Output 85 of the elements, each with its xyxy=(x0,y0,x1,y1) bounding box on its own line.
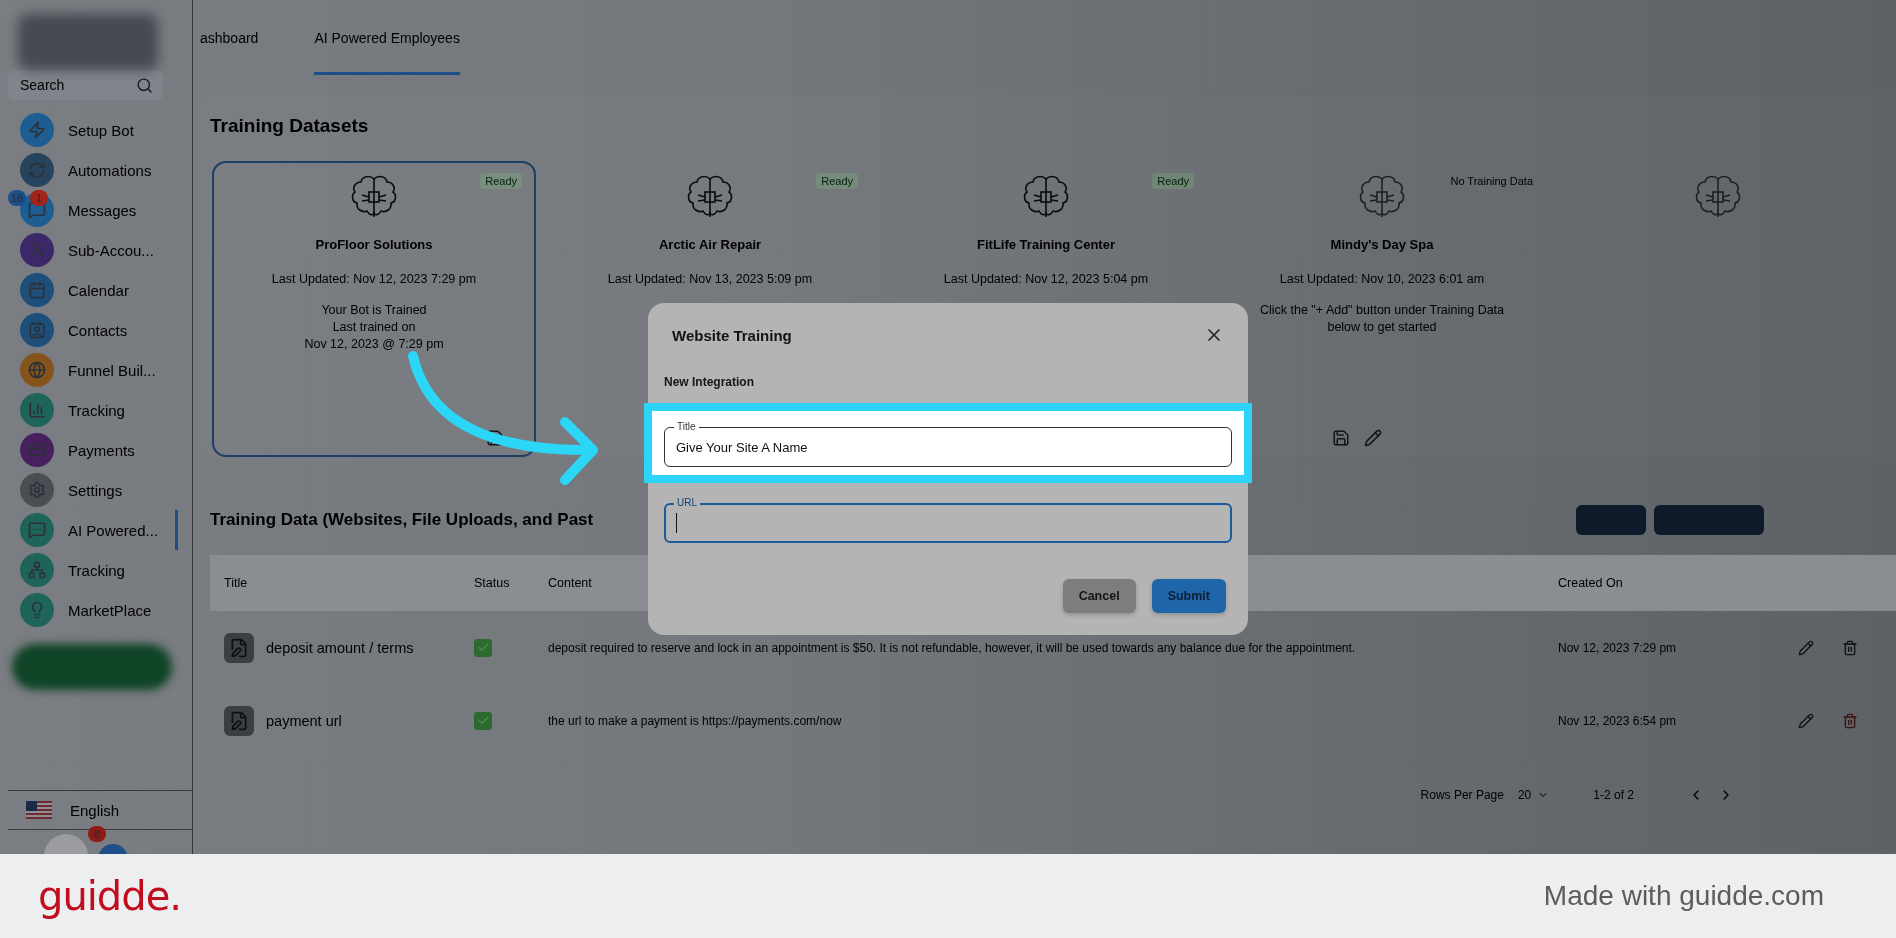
notification-badge: 8 xyxy=(88,826,106,842)
column-header: Status xyxy=(460,555,534,611)
table-cell: deposit amount / terms xyxy=(266,639,414,656)
status-text: No Training Data xyxy=(1449,174,1534,189)
trash-icon[interactable] xyxy=(1842,639,1858,656)
sidebar-label: Calendar xyxy=(68,281,129,299)
card-title: ProFloor Solutions xyxy=(315,237,433,252)
footer-text: Made with guidde.com xyxy=(1543,880,1824,912)
sidebar-label: Contacts xyxy=(68,321,128,339)
sidebar-item[interactable]: Contacts xyxy=(8,310,178,350)
sidebar-item[interactable]: AI Powered... xyxy=(8,510,178,550)
last-updated: Last Updated: Nov 10, 2023 6:01 am xyxy=(1279,272,1485,286)
tab[interactable]: AI Powered Employees xyxy=(314,0,460,75)
card-text: Last trained on xyxy=(331,319,417,336)
sidebar-label: Payments xyxy=(68,441,135,459)
dialog-title: Website Training xyxy=(672,326,792,344)
field-label: URL xyxy=(674,497,700,509)
sidebar-label: Setup Bot xyxy=(68,121,134,139)
card-text: Nov 12, 2023 @ 7:29 pm xyxy=(303,336,445,353)
field-label: Title xyxy=(674,421,699,433)
pencil-icon[interactable] xyxy=(1364,429,1382,447)
table-cell: Nov 12, 2023 7:29 pm xyxy=(1558,640,1677,655)
sidebar-label: AI Powered... xyxy=(68,521,159,539)
sidebar-label: Messages xyxy=(68,201,137,219)
language-selector[interactable]: English xyxy=(8,790,192,830)
card-title: Arctic Air Repair xyxy=(658,237,762,252)
sidebar-item[interactable]: Automations xyxy=(8,150,178,190)
table-cell: payment url xyxy=(266,712,342,729)
flag-icon xyxy=(26,801,52,819)
save-icon[interactable] xyxy=(486,429,504,447)
card-title: FitLife Training Center xyxy=(977,237,1115,252)
table-cell: deposit required to reserve and lock in an appointment is $50. It is not refundable, however, it will be used towards any balance due for the appointment. xyxy=(548,640,1356,655)
rows-per-page-label: Rows Per Page xyxy=(1420,788,1504,802)
sidebar-label: Tracking xyxy=(68,561,125,579)
dataset-card[interactable]: Ready FitLife Training Center Last Updated: Nov 12, 2023 5:04 pm xyxy=(884,161,1208,292)
count-badge: 1 xyxy=(30,190,48,206)
search-icon xyxy=(136,76,153,94)
sidebar-item[interactable]: Setup Bot xyxy=(8,110,178,150)
status-badge: Ready xyxy=(816,173,858,189)
cancel-button[interactable]: Cancel xyxy=(1062,579,1136,613)
section-title: Training Data (Websites, File Uploads, and Past xyxy=(210,510,594,530)
submit-button[interactable]: Submit xyxy=(1151,579,1226,613)
status-badge: Ready xyxy=(480,173,522,189)
tab[interactable]: ashboard xyxy=(200,0,259,75)
dataset-card[interactable]: Ready Arctic Air Repair Last Updated: Nov 13, 2023 5:09 pm xyxy=(548,161,872,292)
section-label: New Integration xyxy=(664,375,755,389)
count-badge: 16 xyxy=(8,190,27,206)
dataset-card[interactable]: Ready ProFloor Solutions Last Updated: Nov 12, 2023 7:29 pm Your Bot is Trained Last trained on Nov 12, 2023 @ 7:29 pm xyxy=(212,161,536,457)
sidebar-item[interactable]: Calendar xyxy=(8,270,178,310)
logo: guidde. xyxy=(38,873,181,919)
search-field[interactable]: Search xyxy=(8,70,163,100)
last-updated: Last Updated: Nov 13, 2023 5:09 pm xyxy=(607,272,813,286)
last-updated: Last Updated: Nov 12, 2023 5:04 pm xyxy=(943,272,1149,286)
section-title: Training Datasets xyxy=(210,115,370,137)
sidebar-label: Settings xyxy=(68,481,123,499)
card-text: Click the "+ Add" button under Training Data below to get started xyxy=(1258,302,1506,336)
card-title: Mindy's Day Spa xyxy=(1330,237,1434,252)
sidebar-item[interactable]: Funnel Buil... xyxy=(8,350,178,390)
column-header: Created On xyxy=(1544,555,1784,611)
sidebar-item[interactable]: Tracking xyxy=(8,550,178,590)
trash-icon[interactable] xyxy=(1842,712,1858,729)
text-cursor xyxy=(676,513,677,533)
sidebar-label: Funnel Buil... xyxy=(68,361,156,379)
page-range: 1-2 of 2 xyxy=(1593,788,1634,802)
document-edit-icon xyxy=(224,705,254,736)
rows-per-page-select[interactable]: 20 xyxy=(1517,788,1550,802)
sidebar-item[interactable]: Messages 16 1 xyxy=(8,190,178,230)
table-cell: the url to make a payment is https://payments.com/now xyxy=(548,713,842,728)
pencil-icon[interactable] xyxy=(1798,712,1814,729)
sidebar-item[interactable]: Sub-Accou... xyxy=(8,230,178,270)
sidebar-label: Tracking xyxy=(68,401,125,419)
pencil-icon[interactable] xyxy=(1798,639,1814,656)
sidebar-item[interactable]: Payments xyxy=(8,430,178,470)
column-header: Title xyxy=(210,555,460,611)
card-text: Your Bot is Trained xyxy=(320,302,428,319)
sidebar-item[interactable]: Settings xyxy=(8,470,178,510)
sidebar-item[interactable]: MarketPlace xyxy=(8,590,178,630)
table-cell: Nov 12, 2023 6:54 pm xyxy=(1558,713,1677,728)
sidebar-label: Sub-Accou... xyxy=(68,241,154,259)
document-edit-icon xyxy=(224,632,254,663)
sidebar-item[interactable]: Tracking xyxy=(8,390,178,430)
status-badge: Ready xyxy=(1152,173,1194,189)
sidebar-label: MarketPlace xyxy=(68,601,152,619)
last-updated: Last Updated: Nov 12, 2023 7:29 pm xyxy=(271,272,477,286)
sidebar-label: Automations xyxy=(68,161,152,179)
